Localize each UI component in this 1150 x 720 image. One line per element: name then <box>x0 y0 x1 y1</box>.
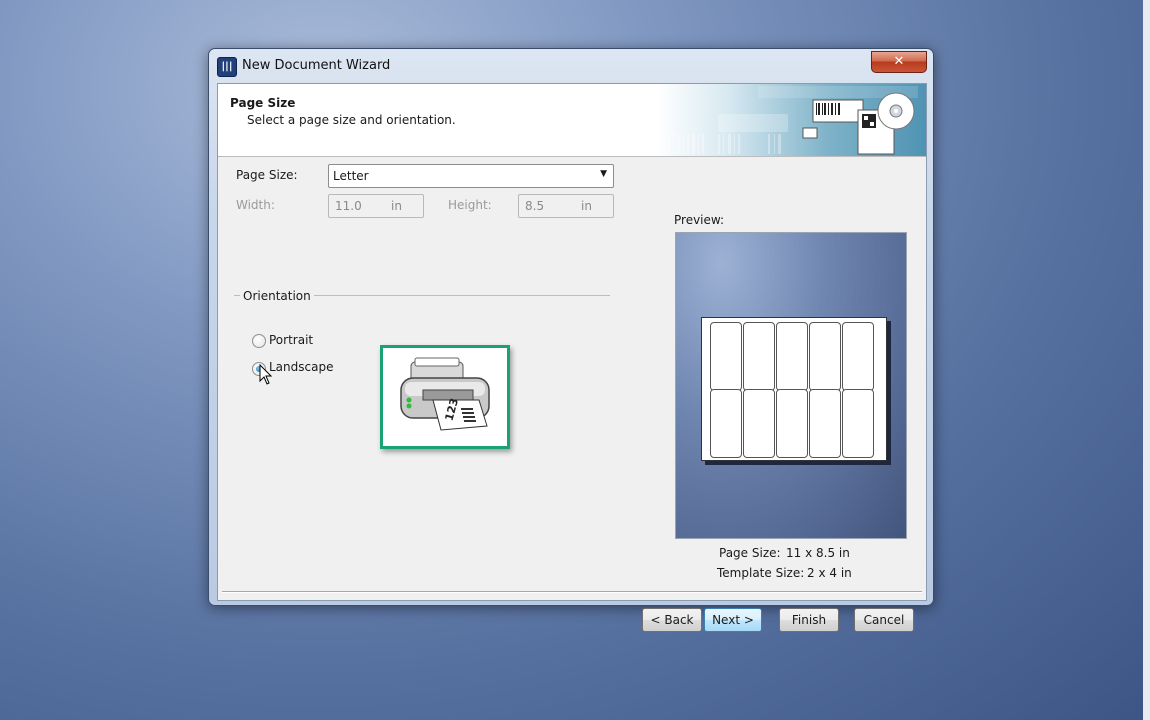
group-divider <box>234 295 240 296</box>
page-size-value: Letter <box>333 169 369 183</box>
orientation-group-label: Orientation <box>243 289 311 303</box>
group-divider <box>314 295 610 296</box>
label-cell <box>710 322 742 391</box>
close-button[interactable]: ✕ <box>871 51 927 73</box>
page-size-label: Page Size: <box>236 168 298 182</box>
window-title: New Document Wizard <box>242 58 391 73</box>
wizard-window: ||| New Document Wizard ✕ Page Size Sele… <box>208 48 934 632</box>
page-preview <box>701 317 887 461</box>
label-cell <box>842 322 874 391</box>
cancel-button[interactable]: Cancel <box>854 608 914 632</box>
preview-label: Preview: <box>674 213 725 227</box>
button-separator <box>222 591 922 593</box>
portrait-radio[interactable] <box>252 334 266 348</box>
label-cell <box>710 389 742 458</box>
height-value: 8.5 <box>525 199 545 213</box>
page-title: Page Size <box>230 96 296 110</box>
barcode-banner-graphic <box>668 86 918 155</box>
preview-panel <box>675 232 907 539</box>
label-cell <box>809 322 841 391</box>
orientation-preview-image: 123 <box>380 345 510 449</box>
width-label: Width: <box>236 198 275 212</box>
page-size-dropdown[interactable]: Letter ▼ <box>328 164 614 188</box>
landscape-label[interactable]: Landscape <box>269 360 333 374</box>
height-field: 8.5 in <box>518 194 614 218</box>
preview-page-size-value: 11 x 8.5 in <box>786 546 850 560</box>
label-cell <box>776 389 808 458</box>
finish-button[interactable]: Finish <box>779 608 839 632</box>
height-unit: in <box>581 199 592 213</box>
label-cell <box>809 389 841 458</box>
preview-template-size-value: 2 x 4 in <box>807 566 852 580</box>
width-value: 11.0 <box>335 199 362 213</box>
back-button[interactable]: < Back <box>642 608 702 632</box>
printer-icon: 123 <box>400 357 490 431</box>
height-label: Height: <box>448 198 492 212</box>
label-cell <box>743 389 775 458</box>
width-unit: in <box>391 199 402 213</box>
screen-edge <box>1143 0 1150 720</box>
next-button[interactable]: Next > <box>704 608 762 632</box>
wizard-content: Page Size Select a page size and orienta… <box>217 83 927 632</box>
portrait-label[interactable]: Portrait <box>269 333 313 347</box>
wizard-header: Page Size Select a page size and orienta… <box>218 84 926 157</box>
width-field: 11.0 in <box>328 194 424 218</box>
mouse-cursor-icon <box>259 364 273 385</box>
label-cell <box>776 322 808 391</box>
preview-template-size-label: Template Size: <box>717 566 805 580</box>
label-cell <box>743 322 775 391</box>
label-cell <box>842 389 874 458</box>
page-subtitle: Select a page size and orientation. <box>247 113 456 127</box>
preview-page-size-label: Page Size: <box>719 546 781 560</box>
app-icon: ||| <box>217 57 237 77</box>
dropdown-arrow-icon: ▼ <box>600 169 607 179</box>
close-icon: ✕ <box>893 54 905 69</box>
